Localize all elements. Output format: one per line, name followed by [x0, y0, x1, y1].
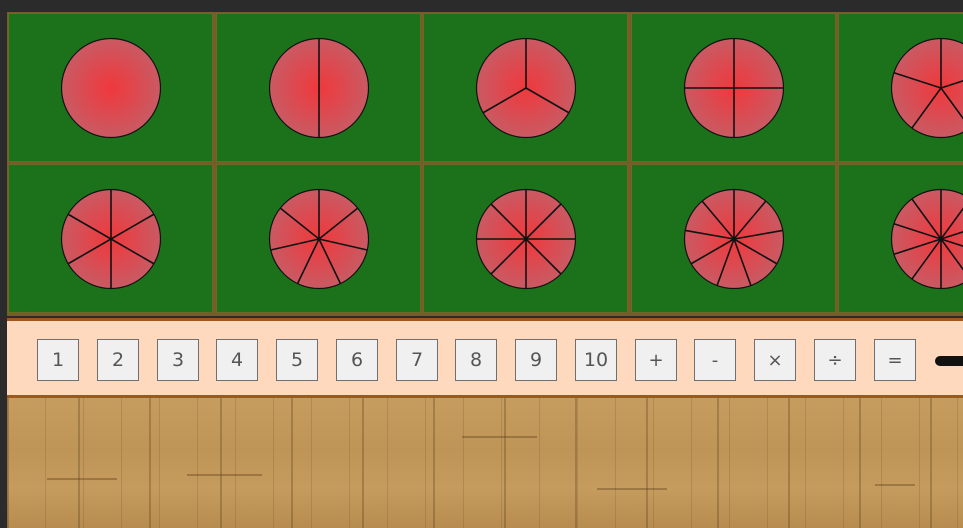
fraction-tile[interactable] [630, 164, 836, 313]
fraction-tile[interactable] [838, 164, 963, 313]
fraction-tile[interactable] [630, 13, 836, 162]
key-3[interactable]: 3 [157, 339, 199, 381]
fraction-circle[interactable] [60, 37, 162, 139]
fraction-tile[interactable] [838, 13, 963, 162]
fraction-circle[interactable] [683, 37, 785, 139]
key-equals[interactable]: = [874, 339, 916, 381]
plank-seam [47, 478, 117, 480]
fraction-circle[interactable] [890, 37, 963, 139]
plank-seam [597, 488, 667, 490]
plank-seam [462, 436, 537, 438]
wood-table-surface [7, 398, 963, 528]
fraction-circle[interactable] [268, 37, 370, 139]
key-9[interactable]: 9 [515, 339, 557, 381]
key-6[interactable]: 6 [336, 339, 378, 381]
fraction-disc [890, 188, 963, 290]
key-minus[interactable]: - [694, 339, 736, 381]
fraction-board [7, 12, 963, 316]
fraction-tile[interactable] [8, 13, 213, 162]
key-plus[interactable]: + [635, 339, 677, 381]
fraction-circle[interactable] [268, 188, 370, 290]
key-5[interactable]: 5 [276, 339, 318, 381]
plank-seam [187, 474, 262, 476]
fraction-disc [890, 37, 963, 139]
fraction-tile[interactable] [215, 164, 421, 313]
fraction-tile[interactable] [8, 164, 213, 313]
fraction-disc [60, 37, 162, 139]
fraction-circle[interactable] [475, 37, 577, 139]
key-10[interactable]: 10 [575, 339, 617, 381]
key-divide[interactable]: ÷ [814, 339, 856, 381]
key-8[interactable]: 8 [455, 339, 497, 381]
key-multiply[interactable]: × [754, 339, 796, 381]
fraction-circle[interactable] [683, 188, 785, 290]
fraction-circle[interactable] [60, 188, 162, 290]
slider-handle[interactable] [935, 356, 963, 366]
key-7[interactable]: 7 [396, 339, 438, 381]
key-2[interactable]: 2 [97, 339, 139, 381]
fraction-tile[interactable] [423, 164, 628, 313]
keypad: 1 2 3 4 5 6 7 8 9 10 + - × ÷ = [7, 318, 963, 398]
fraction-circle[interactable] [890, 188, 963, 290]
key-1[interactable]: 1 [37, 339, 79, 381]
plank-seam [875, 484, 915, 486]
fraction-tile[interactable] [215, 13, 421, 162]
fraction-tile[interactable] [423, 13, 628, 162]
fraction-circle[interactable] [475, 188, 577, 290]
key-4[interactable]: 4 [216, 339, 258, 381]
